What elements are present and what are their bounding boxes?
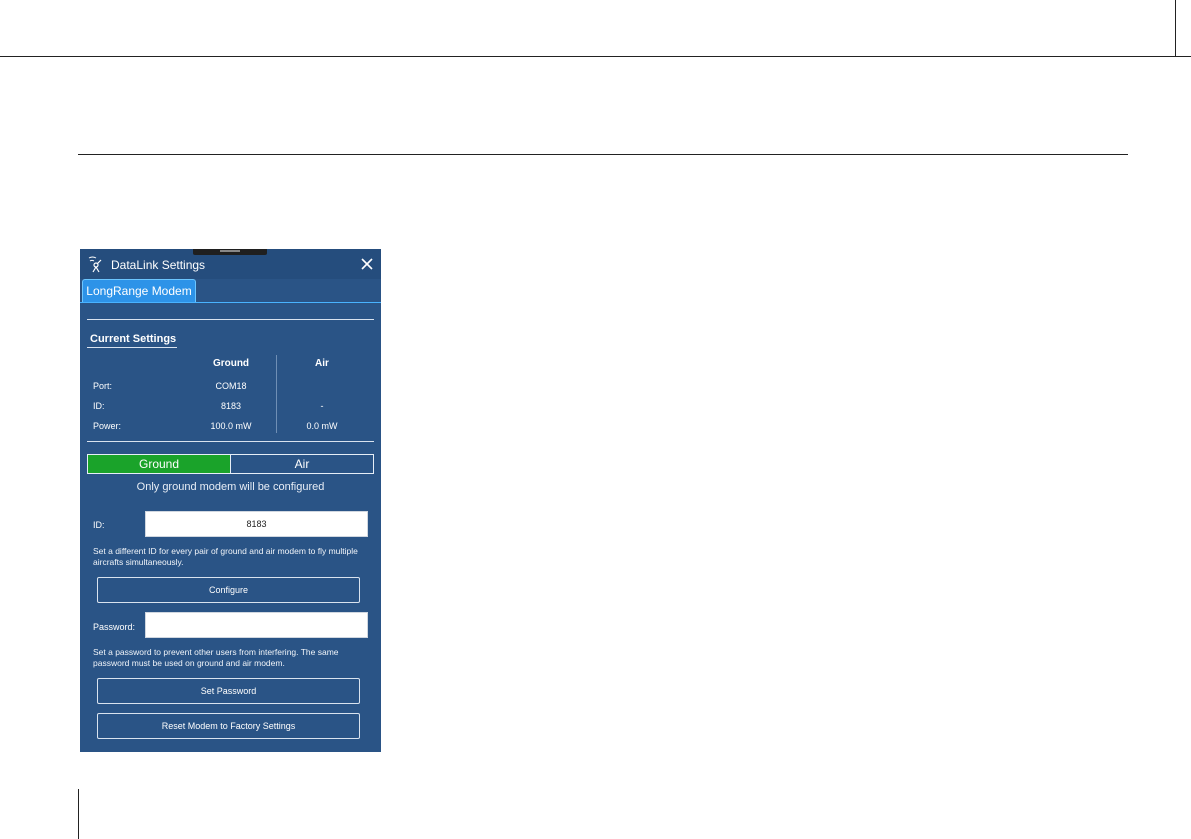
reset-modem-button[interactable]: Reset Modem to Factory Settings [97, 713, 360, 739]
tab-strip-underline [80, 302, 381, 303]
configure-button[interactable]: Configure [97, 577, 360, 603]
title-bar[interactable]: DataLink Settings [80, 249, 381, 279]
mode-air-option[interactable]: Air [230, 455, 373, 473]
password-input[interactable] [145, 612, 368, 638]
heading-underline [87, 347, 177, 348]
page-margin-mark [78, 789, 79, 839]
datalink-settings-window: DataLink Settings LongRange Modem Curren… [80, 249, 381, 752]
ground-power-value: 100.0 mW [210, 421, 252, 431]
current-settings-heading: Current Settings [90, 333, 177, 345]
page-section-rule [78, 154, 1128, 155]
page-top-rule [0, 56, 1191, 57]
drag-handle[interactable] [193, 249, 267, 255]
column-divider [276, 355, 277, 433]
id-label: ID: [93, 401, 105, 411]
id-input[interactable] [145, 511, 368, 537]
page-corner-mark [1175, 0, 1176, 57]
id-help-text: Set a different ID for every pair of gro… [93, 546, 358, 567]
password-field-label: Password: [93, 622, 136, 632]
air-id-value: - [320, 401, 324, 411]
ground-column-header: Ground [212, 358, 250, 369]
antenna-icon [86, 255, 104, 273]
window-title: DataLink Settings [111, 258, 206, 272]
mode-ground-option[interactable]: Ground [88, 455, 230, 473]
air-column-header: Air [315, 358, 329, 369]
tab-longrange-modem[interactable]: LongRange Modem [82, 279, 196, 302]
close-icon[interactable] [360, 257, 374, 271]
ground-id-value: 8183 [220, 401, 242, 411]
modem-mode-toggle: Ground Air [87, 454, 374, 474]
air-power-value: 0.0 mW [306, 421, 338, 431]
mode-note: Only ground modem will be configured [136, 481, 325, 493]
set-password-button[interactable]: Set Password [97, 678, 360, 704]
port-label: Port: [93, 381, 113, 391]
ground-port-value: COM18 [215, 381, 247, 391]
password-help-text: Set a password to prevent other users fr… [93, 647, 339, 668]
id-field-label: ID: [93, 520, 105, 530]
divider [87, 441, 374, 442]
power-label: Power: [93, 421, 122, 431]
divider [87, 319, 374, 320]
